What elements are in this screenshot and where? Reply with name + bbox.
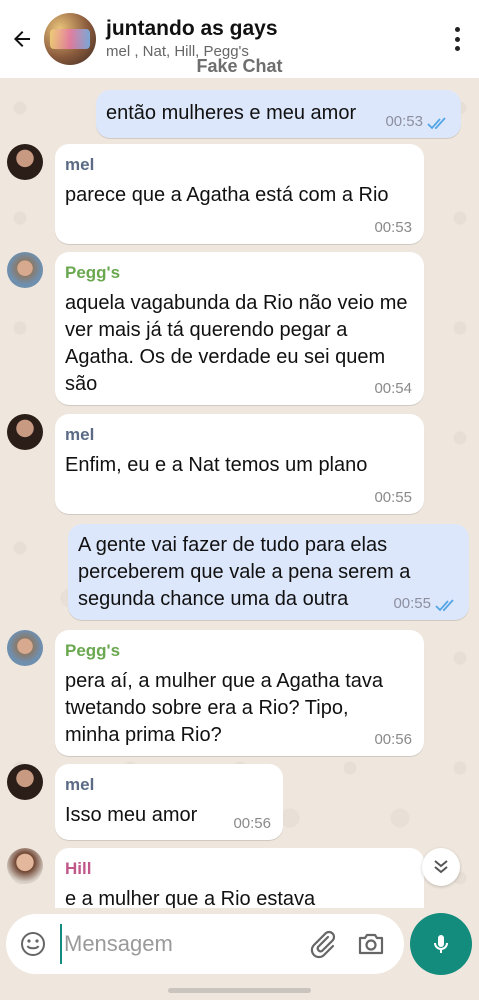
more-options-button[interactable] <box>449 24 465 54</box>
double-check-icon <box>427 117 446 130</box>
group-title: juntando as gays <box>106 17 278 40</box>
incoming-message[interactable]: mel parece que a Agatha está com a Rio 0… <box>55 144 424 244</box>
paperclip-icon[interactable] <box>308 928 338 960</box>
sender-name[interactable]: Pegg's <box>65 262 414 284</box>
sender-name[interactable]: mel <box>65 154 414 176</box>
message-input[interactable] <box>60 924 300 964</box>
message-composer <box>6 914 404 974</box>
incoming-message[interactable]: mel Isso meu amor 00:56 <box>55 764 283 840</box>
emoji-icon <box>21 932 45 956</box>
avatar-mel[interactable] <box>7 144 43 180</box>
chevron-double-down-icon <box>434 860 448 874</box>
message-text: parece que a Agatha está com a Rio <box>65 184 389 206</box>
message-time: 00:53 <box>374 219 412 236</box>
incoming-message[interactable]: Pegg's aquela vagabunda da Rio não veio … <box>55 252 424 405</box>
message-text: e a mulher que a Rio estava <box>65 888 316 908</box>
message-text: Enfim, eu e a Nat temos um plano <box>65 454 368 476</box>
incoming-message[interactable]: mel Enfim, eu e a Nat temos um plano 00:… <box>55 414 424 514</box>
home-indicator <box>168 988 311 993</box>
sender-name[interactable]: Pegg's <box>65 640 414 662</box>
message-time: 00:55 <box>393 595 431 612</box>
fake-chat-watermark: Fake Chat <box>196 56 283 76</box>
microphone-button[interactable] <box>410 913 472 975</box>
scroll-to-bottom-button[interactable] <box>422 848 460 886</box>
outgoing-message[interactable]: A gente vai fazer de tudo para elas perc… <box>68 524 469 620</box>
avatar-mel[interactable] <box>7 764 43 800</box>
message-time: 00:55 <box>374 489 412 506</box>
incoming-message[interactable]: Pegg's pera aí, a mulher que a Agatha ta… <box>55 630 424 756</box>
incoming-message[interactable]: Hill e a mulher que a Rio estava <box>55 848 424 908</box>
message-time: 00:54 <box>374 380 412 397</box>
avatar-peggs[interactable] <box>7 630 43 666</box>
sender-name[interactable]: mel <box>65 424 414 446</box>
message-time: 00:53 <box>385 113 423 130</box>
sender-name[interactable]: mel <box>65 774 273 796</box>
avatar-mel[interactable] <box>7 414 43 450</box>
message-text: aquela vagabunda da Rio não veio me ver … <box>65 292 408 395</box>
avatar-hill[interactable] <box>7 848 43 884</box>
message-time: 00:56 <box>374 731 412 748</box>
more-vertical-icon <box>454 27 460 32</box>
double-check-icon <box>435 599 454 612</box>
arrow-left-icon <box>14 31 30 47</box>
avatar-peggs[interactable] <box>7 252 43 288</box>
message-time: 00:56 <box>233 815 271 832</box>
outgoing-message[interactable]: então mulheres e meu amor 00:53 <box>96 90 461 138</box>
sender-name[interactable]: Hill <box>65 858 414 880</box>
camera-icon[interactable] <box>356 929 386 959</box>
microphone-icon <box>434 935 448 953</box>
message-text: pera aí, a mulher que a Agatha tava twet… <box>65 670 383 746</box>
emoji-button[interactable] <box>6 914 60 974</box>
message-list[interactable]: então mulheres e meu amor 00:53 mel pare… <box>0 78 479 908</box>
